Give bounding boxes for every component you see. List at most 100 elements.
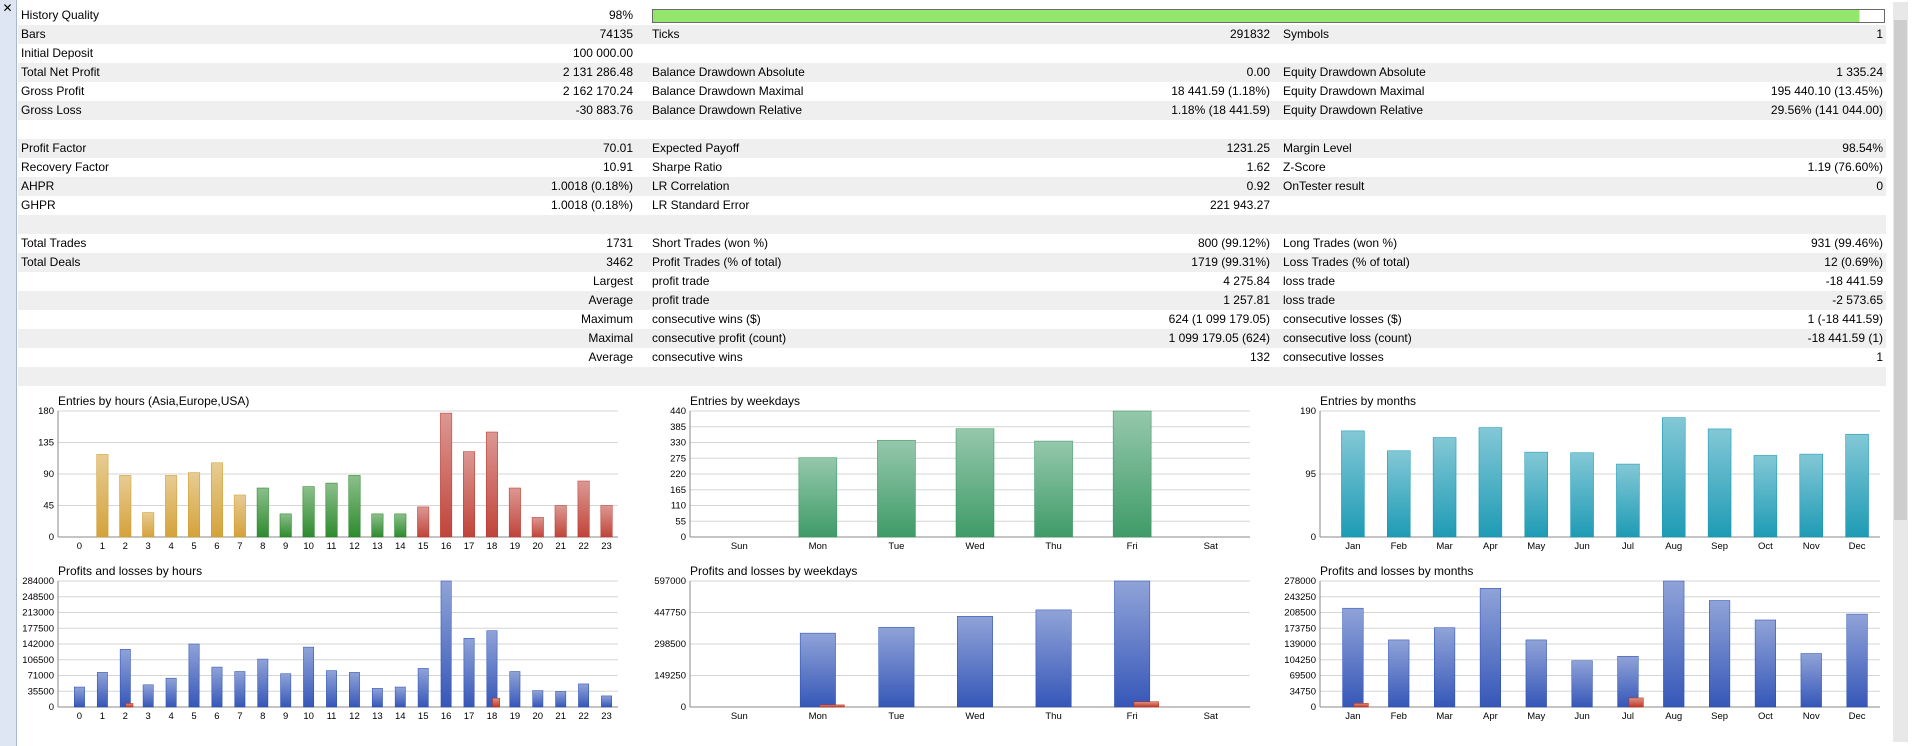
stat-label-3: loss trade <box>1283 274 1336 288</box>
bar <box>601 695 612 708</box>
stats-row: Gross Loss -30 883.76 Balance Drawdown Rel… <box>18 101 1886 120</box>
y-tick-label: 180 <box>38 406 54 417</box>
stats-row: Maximal consecutive profit (count) 1 099 1… <box>18 329 1886 348</box>
y-tick-label: 45 <box>43 501 54 512</box>
x-tick-label: Jan <box>1345 711 1360 722</box>
stat-value-3: 1 <box>1876 350 1883 364</box>
stat-label-1: GHPR <box>21 198 56 212</box>
y-tick-label: 0 <box>681 702 686 713</box>
bar <box>96 672 108 708</box>
bar <box>798 457 838 538</box>
x-tick-label: 23 <box>601 711 612 722</box>
stat-value-1: Largest <box>592 274 633 288</box>
y-tick-label: 190 <box>1300 406 1316 417</box>
bar <box>1035 609 1072 708</box>
y-tick-label: 0 <box>1311 702 1316 713</box>
bar <box>1114 580 1151 708</box>
loss-bar <box>1353 703 1369 708</box>
bar <box>799 632 836 708</box>
loss-bar <box>1628 697 1644 708</box>
y-tick-label: 139000 <box>1284 639 1316 650</box>
x-tick-label: 13 <box>372 541 383 552</box>
bar <box>485 431 498 538</box>
bar <box>1479 588 1501 708</box>
bar <box>554 505 567 538</box>
vertical-scrollbar[interactable] <box>1893 2 1908 742</box>
x-tick-label: Wed <box>965 541 984 552</box>
bar <box>257 658 269 708</box>
y-tick-label: 440 <box>670 406 686 417</box>
x-tick-label: 3 <box>146 711 151 722</box>
stat-label-3: consecutive losses <box>1283 350 1384 364</box>
bar <box>188 643 200 708</box>
bar <box>165 475 178 538</box>
stats-row: Total Trades 1731 Short Trades (won %) 800 … <box>18 234 1886 253</box>
bar <box>1663 580 1685 708</box>
stat-label-3: Equity Drawdown Maximal <box>1283 84 1425 98</box>
stat-value-3: 195 440.10 (13.45%) <box>1770 84 1883 98</box>
x-tick-label: 3 <box>146 541 151 552</box>
stat-value-3: 1 335.24 <box>1836 65 1883 79</box>
chart-title: Entries by weekdays <box>690 394 800 408</box>
stat-label-3: consecutive loss (count) <box>1283 331 1412 345</box>
stats-row: GHPR 1.0018 (0.18%) LR Standard Error 221 9… <box>18 196 1886 215</box>
bar <box>878 626 915 708</box>
x-tick-label: Nov <box>1803 541 1820 552</box>
x-tick-label: Mon <box>809 711 827 722</box>
y-tick-label: 177500 <box>22 623 54 634</box>
y-tick-label: 142000 <box>22 639 54 650</box>
stat-label-2: consecutive wins ($) <box>652 312 761 326</box>
bar <box>1524 451 1548 538</box>
stat-label-1: Total Net Profit <box>21 65 100 79</box>
bar <box>279 513 292 538</box>
bar <box>165 677 177 708</box>
stat-label-1: AHPR <box>21 179 55 193</box>
stats-row <box>18 367 1886 386</box>
stat-label-2: LR Correlation <box>652 179 730 193</box>
chart-title: Profits and losses by weekdays <box>690 564 857 578</box>
x-tick-label: Mon <box>809 541 827 552</box>
bar <box>211 666 223 708</box>
bar <box>142 512 155 538</box>
x-tick-label: Sep <box>1711 711 1728 722</box>
stat-value-1: 100 000.00 <box>572 46 633 60</box>
bar <box>1478 427 1503 538</box>
chart-title: Entries by months <box>1320 394 1416 408</box>
stat-label-2: Ticks <box>652 27 680 41</box>
close-icon[interactable]: ✕ <box>1 2 14 15</box>
y-tick-label: 90 <box>43 469 54 480</box>
stat-value-2: 1.62 <box>1246 160 1270 174</box>
bar <box>280 673 292 708</box>
chart-title: Profits and losses by months <box>1320 564 1473 578</box>
stat-value-2: 291832 <box>1229 27 1270 41</box>
bar <box>348 475 361 538</box>
x-tick-label: 20 <box>533 541 544 552</box>
x-tick-label: 18 <box>487 541 498 552</box>
chart-svg: Profits and losses by hours0355007100010… <box>22 564 618 722</box>
y-tick-label: 447750 <box>654 608 686 619</box>
x-tick-label: 9 <box>283 541 288 552</box>
stat-label-1: Gross Profit <box>21 84 85 98</box>
history-quality-value: 98% <box>608 8 633 22</box>
stat-value-3: -2 573.65 <box>1832 293 1883 307</box>
x-tick-label: 19 <box>510 711 521 722</box>
stat-value-2: 1 099 179.05 (624) <box>1168 331 1270 345</box>
y-tick-label: 248500 <box>22 592 54 603</box>
x-tick-label: 16 <box>441 711 452 722</box>
stats-row: Total Net Profit 2 131 286.48 Balance Draw… <box>18 63 1886 82</box>
y-tick-label: 149250 <box>654 671 686 682</box>
chart-svg: Entries by weekdays 0 55 110 165 220 275 330 385… <box>670 394 1250 552</box>
bar <box>325 482 338 538</box>
x-tick-label: 8 <box>260 541 265 552</box>
x-tick-label: Jul <box>1622 541 1634 552</box>
x-tick-label: 12 <box>349 541 360 552</box>
stats-row: Average profit trade 1 257.81 loss trade -2 … <box>18 291 1886 310</box>
loss-bar <box>492 697 500 708</box>
scrollbar-thumb[interactable] <box>1894 20 1907 520</box>
bar <box>532 690 544 708</box>
x-tick-label: Thu <box>1045 541 1061 552</box>
stat-label-2: Profit Trades (% of total) <box>652 255 782 269</box>
bar <box>1112 410 1152 538</box>
bar <box>1753 455 1778 538</box>
bar <box>1709 600 1731 708</box>
